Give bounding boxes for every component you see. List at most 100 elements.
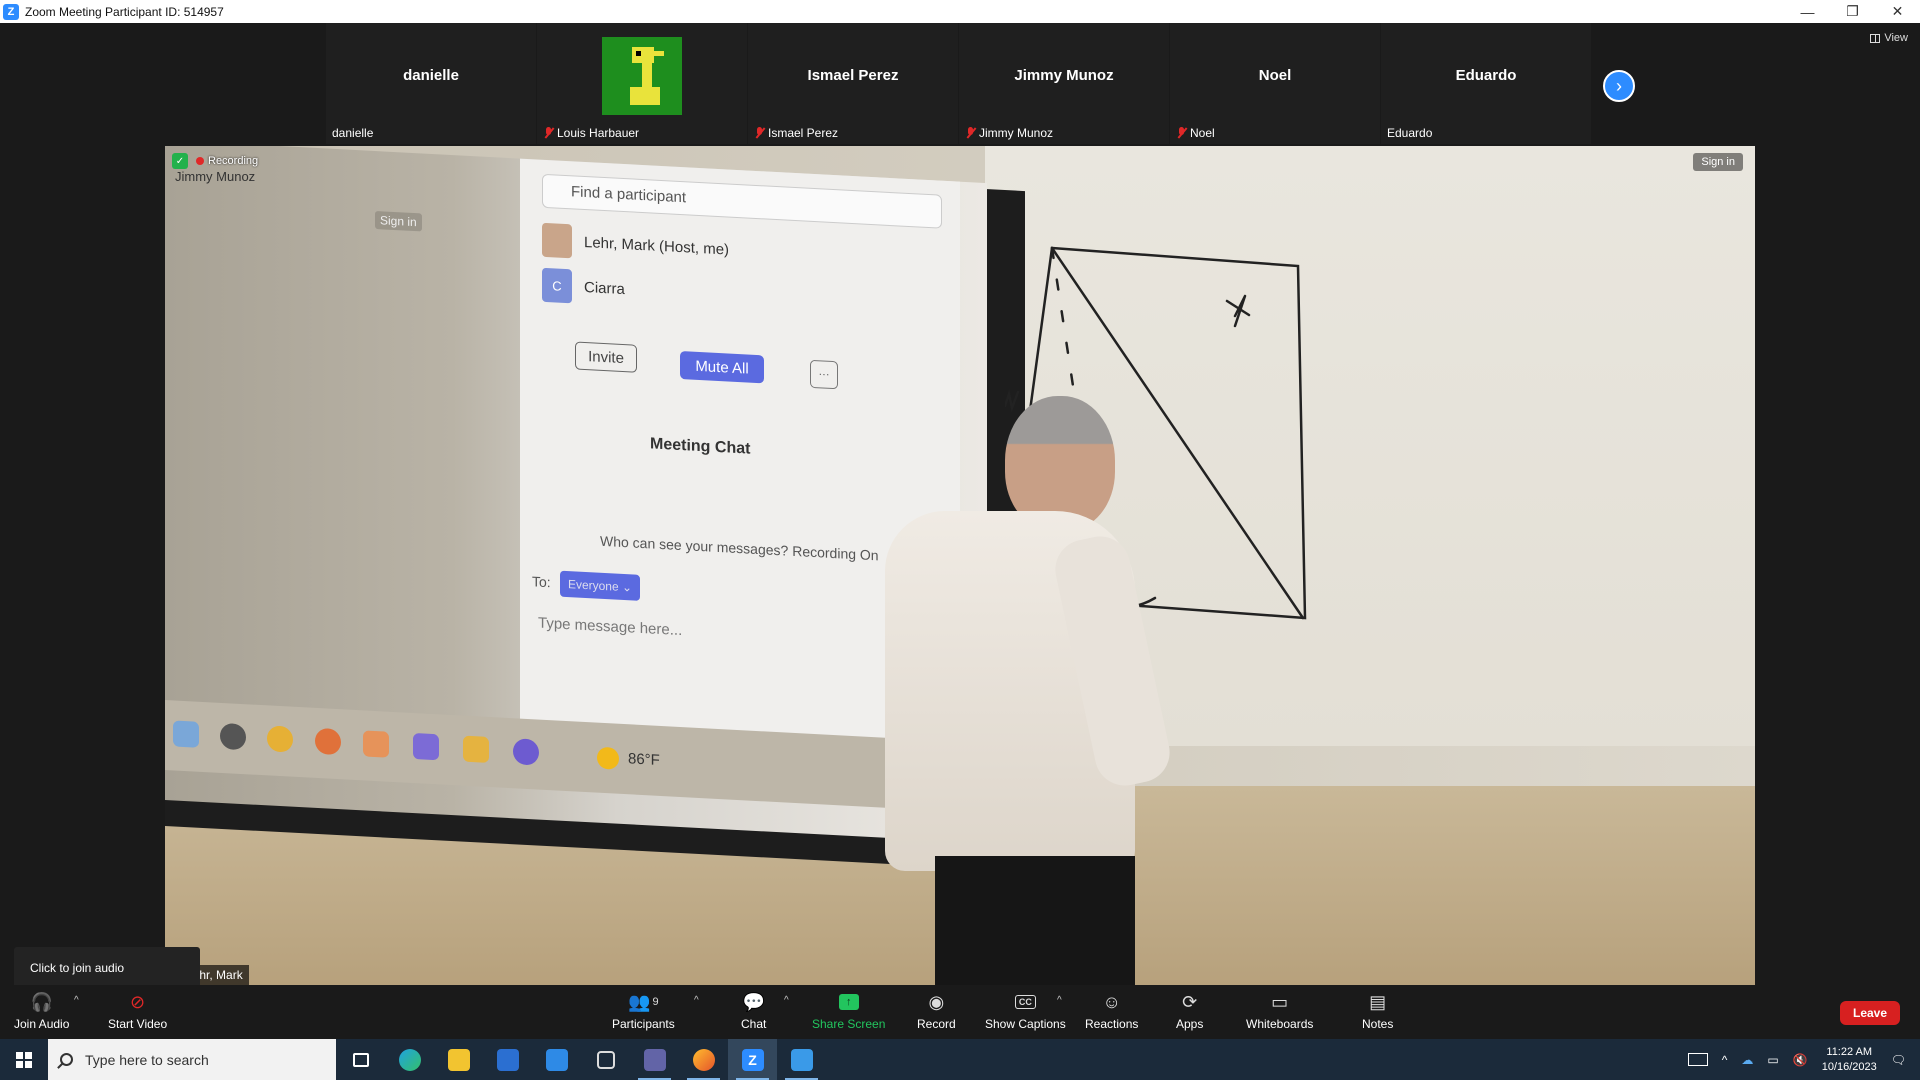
meeting-controls-toolbar: 🎧 Join Audio ^ ⊘ Start Video 👥 9 Particip… <box>0 985 1920 1039</box>
presenter-pants <box>935 856 1135 985</box>
share-screen-label: Share Screen <box>812 1017 886 1031</box>
share-screen-button[interactable]: ↑ Share Screen <box>812 991 885 1031</box>
chevron-up-icon[interactable]: ^ <box>1722 1053 1728 1067</box>
active-speaker-video: Sign in Find a participant Lehr, Mark (H… <box>165 146 1755 985</box>
microphone-muted-icon <box>965 127 976 139</box>
edge-icon[interactable] <box>385 1039 434 1080</box>
video-off-icon: ⊘ <box>130 991 146 1012</box>
projected-mute-all-button: Mute All <box>680 350 764 384</box>
whiteboards-button[interactable]: ▭ Whiteboards <box>1246 991 1313 1032</box>
join-audio-button[interactable]: 🎧 Join Audio <box>14 991 70 1032</box>
apps-icon: ⟳ <box>1182 991 1198 1012</box>
projected-app-icon <box>513 738 539 766</box>
participants-label: Participants <box>612 1017 675 1031</box>
task-view-icon[interactable] <box>336 1039 385 1080</box>
close-button[interactable]: ✕ <box>1875 0 1920 23</box>
projected-invite-button: Invite <box>575 341 637 373</box>
apps-label: Apps <box>1176 1017 1204 1031</box>
projected-recipient-select: Everyone ⌄ <box>560 570 640 601</box>
windows-logo-icon <box>16 1051 32 1068</box>
participant-label: Jimmy Munoz <box>965 126 1053 140</box>
reactions-button[interactable]: ☺ Reactions <box>1085 991 1139 1032</box>
photos-icon[interactable] <box>777 1039 826 1080</box>
network-icon[interactable]: ▭ <box>1767 1053 1778 1067</box>
captions-options-caret[interactable]: ^ <box>1057 995 1062 1006</box>
start-button[interactable] <box>0 1039 48 1080</box>
firefox-icon[interactable] <box>679 1039 728 1080</box>
join-audio-tooltip: Click to join audio <box>14 947 200 995</box>
zoom-app-icon: Z <box>3 3 19 20</box>
sign-in-badge[interactable]: Sign in <box>1693 153 1743 171</box>
clock-date: 10/16/2023 <box>1821 1060 1877 1073</box>
projected-temperature: 86°F <box>628 750 660 769</box>
participant-label: danielle <box>332 126 373 140</box>
recording-indicator: ✓ Recording <box>172 153 258 169</box>
record-button[interactable]: ◉ Record <box>917 991 956 1032</box>
projected-app-icon <box>363 730 389 758</box>
file-explorer-icon[interactable] <box>434 1039 483 1080</box>
clock-time: 11:22 AM <box>1826 1045 1873 1058</box>
chat-options-caret[interactable]: ^ <box>784 995 789 1006</box>
show-captions-button[interactable]: CC Show Captions <box>985 991 1066 1031</box>
leave-button[interactable]: Leave <box>1840 1001 1900 1025</box>
tooltip-text: Click to join audio <box>30 961 125 975</box>
participant-tile[interactable]: Noel Noel <box>1170 23 1380 144</box>
grid-view-icon <box>1870 33 1881 43</box>
apps-button[interactable]: ⟳ Apps <box>1176 991 1204 1032</box>
notes-button[interactable]: ▤ Notes <box>1362 991 1393 1032</box>
participant-tile[interactable]: danielle danielle <box>326 23 536 144</box>
participant-tile[interactable]: Jimmy Munoz Jimmy Munoz <box>959 23 1169 144</box>
notifications-icon[interactable]: 🗨 <box>1891 1053 1906 1067</box>
teams-icon[interactable] <box>630 1039 679 1080</box>
chat-button[interactable]: 💬 Chat <box>741 991 766 1032</box>
taskbar-search[interactable]: Type here to search <box>48 1039 336 1080</box>
chevron-right-icon: › <box>1616 75 1622 96</box>
whiteboard-icon: ▭ <box>1271 991 1289 1012</box>
participant-name: Jimmy Munoz <box>979 126 1054 140</box>
projected-chat-title: Meeting Chat <box>650 435 751 458</box>
restore-button[interactable]: ❐ <box>1830 0 1875 23</box>
projected-app-icon <box>220 722 246 751</box>
projected-more-button: ··· <box>810 359 838 390</box>
presenter <box>825 396 1176 985</box>
minimize-button[interactable]: — <box>1785 0 1830 23</box>
system-tray: ^ ☁ ▭ 🔇 11:22 AM 10/16/2023 🗨 <box>1687 1039 1920 1080</box>
taskbar-clock[interactable]: 11:22 AM 10/16/2023 <box>1822 1045 1877 1075</box>
view-button[interactable]: View <box>1870 32 1908 44</box>
unity-icon[interactable] <box>581 1039 630 1080</box>
reactions-label: Reactions <box>1085 1017 1139 1031</box>
start-video-button[interactable]: ⊘ Start Video <box>108 991 168 1032</box>
participant-name: danielle <box>332 126 374 140</box>
participant-tile[interactable]: Ismael Perez Ismael Perez <box>748 23 958 144</box>
next-page-button[interactable]: › <box>1603 70 1635 102</box>
headphones-icon: 🎧 <box>30 991 53 1012</box>
encryption-shield-icon: ✓ <box>172 153 188 169</box>
volume-muted-icon[interactable]: 🔇 <box>1793 1053 1808 1067</box>
onedrive-icon[interactable]: ☁ <box>1741 1053 1753 1067</box>
microphone-muted-icon <box>1176 127 1187 139</box>
audio-options-caret[interactable]: ^ <box>74 995 79 1006</box>
participant-display-name: Eduardo <box>1455 67 1517 84</box>
notes-icon: ▤ <box>1369 991 1387 1012</box>
projected-participant-name: Lehr, Mark (Host, me) <box>584 233 730 259</box>
participant-tile[interactable]: Eduardo Eduardo <box>1381 23 1591 144</box>
participants-count: 9 <box>652 996 659 1008</box>
zoom-icon[interactable]: Z <box>728 1039 777 1080</box>
start-video-label: Start Video <box>108 1017 168 1031</box>
participants-options-caret[interactable]: ^ <box>694 995 699 1006</box>
projected-sign-in: Sign in <box>375 211 422 232</box>
participant-tile[interactable]: Louis Harbauer <box>537 23 747 144</box>
reactions-icon: ☺ <box>1102 991 1121 1012</box>
mail-icon[interactable] <box>532 1039 581 1080</box>
join-audio-label: Join Audio <box>14 1017 70 1031</box>
store-icon[interactable] <box>483 1039 532 1080</box>
microphone-muted-icon <box>543 127 554 139</box>
keyboard-icon[interactable] <box>1687 1053 1708 1066</box>
projected-message-input: Type message here... <box>538 614 683 640</box>
projected-participant-row: Lehr, Mark (Host, me) <box>542 220 729 270</box>
participants-button[interactable]: 👥 9 Participants <box>612 991 675 1032</box>
avatar: C <box>542 267 572 304</box>
recording-label: Recording <box>196 155 258 167</box>
microphone-muted-icon <box>754 127 765 139</box>
projected-participant-label: Jimmy Munoz <box>175 169 256 184</box>
